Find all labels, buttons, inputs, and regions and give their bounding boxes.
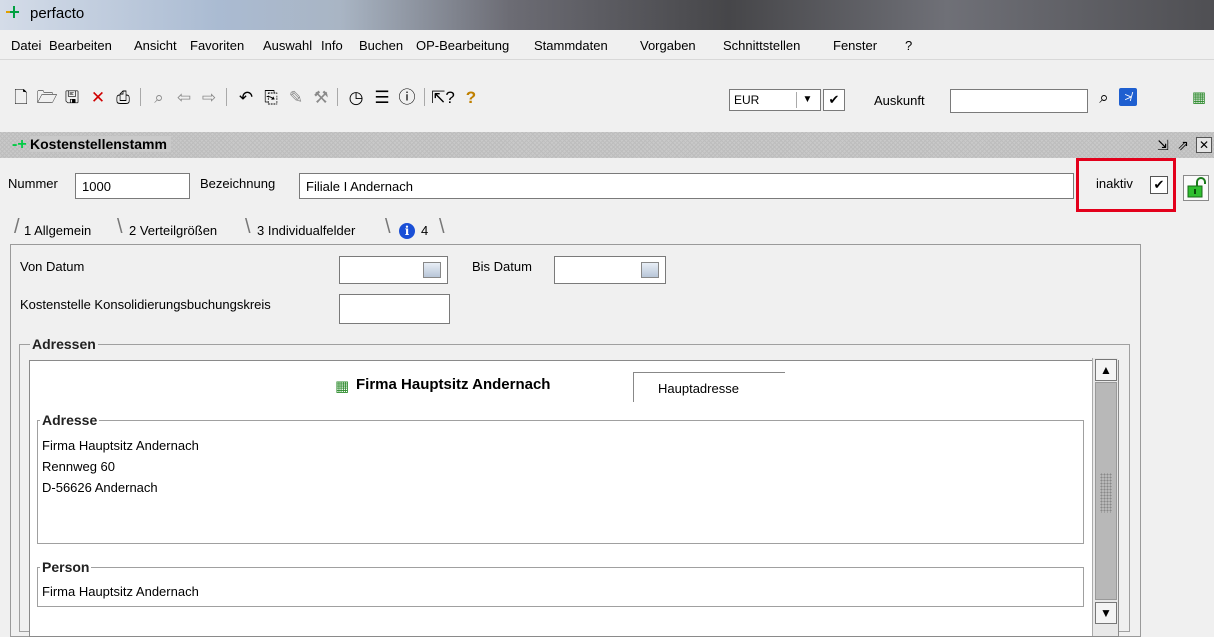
- scroll-thumb[interactable]: [1095, 382, 1117, 600]
- restore-icon[interactable]: ⇲: [1154, 137, 1172, 153]
- tab-divider: \: [117, 216, 123, 238]
- window-title: Kostenstellenstamm: [30, 136, 171, 152]
- toolbar-separator: [140, 88, 141, 106]
- info-tab-icon[interactable]: i: [399, 223, 415, 239]
- menu-schnittstellen[interactable]: Schnittstellen: [723, 38, 800, 53]
- adressen-title: Adressen: [30, 336, 98, 352]
- nummer-field[interactable]: 1000: [75, 173, 190, 199]
- menu-favoriten[interactable]: Favoriten: [190, 38, 244, 53]
- address-scrollbar[interactable]: ▲ ▼: [1092, 358, 1118, 636]
- firm-name: Firma Hauptsitz Andernach: [356, 376, 551, 393]
- toolbar-separator: [424, 88, 425, 106]
- address-line: D-56626 Andernach: [42, 480, 158, 495]
- currency-confirm-button[interactable]: ✔: [823, 89, 845, 111]
- menu-vorgaben[interactable]: Vorgaben: [640, 38, 696, 53]
- go-to-icon[interactable]: ≯: [1119, 88, 1137, 106]
- delete-icon[interactable]: ✕: [87, 86, 109, 108]
- new-document-icon[interactable]: 🗋: [10, 86, 32, 108]
- window-icon: -+: [12, 136, 27, 153]
- list-icon[interactable]: ☰: [371, 86, 393, 108]
- tool-icon[interactable]: ⚒: [310, 86, 332, 108]
- menu-bearbeiten[interactable]: Bearbeiten: [49, 38, 112, 53]
- inaktiv-checkbox[interactable]: ✔: [1150, 176, 1168, 194]
- tab-individualfelder[interactable]: 3 Individualfelder: [257, 218, 355, 244]
- menu-stammdaten[interactable]: Stammdaten: [534, 38, 608, 53]
- menu-buchen[interactable]: Buchen: [359, 38, 403, 53]
- auskunft-label: Auskunft: [874, 93, 925, 108]
- undo-icon[interactable]: ↶: [235, 86, 257, 108]
- bis-datum-label: Bis Datum: [472, 259, 532, 274]
- adresse-title: Adresse: [40, 412, 100, 428]
- search-binoculars-icon[interactable]: ⌕: [1093, 86, 1115, 108]
- menu-info[interactable]: Info: [321, 38, 343, 53]
- print-icon[interactable]: ⎙: [112, 86, 134, 108]
- menu-bar: Datei Bearbeiten Ansicht Favoriten Auswa…: [0, 30, 1214, 60]
- window-header: -+ Kostenstellenstamm ⇲ ⇗ ✕: [0, 132, 1214, 158]
- person-title: Person: [40, 559, 92, 575]
- arrow-left-icon[interactable]: ⇦: [173, 86, 195, 108]
- konsolidierung-field[interactable]: [339, 294, 450, 324]
- open-folder-icon[interactable]: 🗁: [36, 86, 58, 108]
- person-value: Firma Hauptsitz Andernach: [42, 584, 199, 599]
- tab-verteilgroessen[interactable]: 2 Verteilgrößen: [129, 218, 217, 244]
- auskunft-input[interactable]: [950, 89, 1088, 113]
- bis-datum-field[interactable]: [554, 256, 666, 284]
- bezeichnung-field[interactable]: Filiale I Andernach: [299, 173, 1074, 199]
- tab-divider: /: [14, 216, 20, 238]
- history-icon[interactable]: ◷: [345, 86, 367, 108]
- toolbar-separator: [337, 88, 338, 106]
- title-bar: perfacto: [0, 0, 1214, 30]
- copy-icon[interactable]: ⎘: [260, 86, 282, 108]
- von-datum-label: Von Datum: [20, 259, 85, 274]
- currency-select[interactable]: EUR ▼: [729, 89, 821, 111]
- save-icon[interactable]: 🖫: [61, 86, 83, 108]
- app-title: perfacto: [30, 5, 85, 22]
- konsolidierung-label: Kostenstelle Konsolidierungsbuchungskrei…: [20, 297, 271, 312]
- menu-auswahl[interactable]: Auswahl: [263, 38, 312, 53]
- currency-value: EUR: [734, 93, 760, 107]
- unlock-button[interactable]: [1183, 175, 1209, 201]
- inaktiv-label: inaktiv: [1096, 176, 1133, 191]
- context-help-icon[interactable]: ⇱?: [431, 86, 455, 108]
- menu-ansicht[interactable]: Ansicht: [134, 38, 177, 53]
- address-card-icon: ▦: [335, 378, 350, 395]
- address-line: Rennweg 60: [42, 459, 115, 474]
- menu-help[interactable]: ?: [905, 38, 912, 53]
- unlock-icon: [1187, 177, 1206, 198]
- maximize-icon[interactable]: ⇗: [1174, 137, 1192, 153]
- help-icon[interactable]: ?: [460, 86, 482, 108]
- address-type-field[interactable]: Hauptadresse: [633, 372, 785, 402]
- paste-icon[interactable]: ✎: [285, 86, 307, 108]
- app-icon: [6, 4, 22, 20]
- menu-fenster[interactable]: Fenster: [833, 38, 877, 53]
- toolbar-separator: [226, 88, 227, 106]
- tab-divider: \: [439, 216, 445, 238]
- close-icon[interactable]: ✕: [1196, 137, 1212, 153]
- menu-op-bearbeitung[interactable]: OP-Bearbeitung: [416, 38, 509, 53]
- tab-4[interactable]: 4: [421, 218, 428, 244]
- tab-divider: \: [385, 216, 391, 238]
- info-icon[interactable]: ⓘ: [396, 86, 418, 108]
- scroll-down-icon[interactable]: ▼: [1095, 602, 1117, 624]
- address-card-icon[interactable]: ▦: [1188, 86, 1210, 108]
- von-datum-field[interactable]: [339, 256, 448, 284]
- binoculars-icon[interactable]: ⌕: [148, 86, 170, 108]
- calendar-icon[interactable]: [641, 262, 659, 278]
- tab-divider: \: [245, 216, 251, 238]
- calendar-icon[interactable]: [423, 262, 441, 278]
- chevron-down-icon[interactable]: ▼: [796, 92, 818, 108]
- bezeichnung-label: Bezeichnung: [200, 176, 276, 191]
- nummer-label: Nummer: [8, 176, 58, 191]
- tab-allgemein[interactable]: 1 Allgemein: [24, 218, 91, 244]
- toolbar: 🗋 🗁 🖫 ✕ ⎙ ⌕ ⇦ ⇨ ↶ ⎘ ✎ ⚒ ◷ ☰ ⓘ ⇱? ? EUR ▼…: [0, 60, 1214, 132]
- address-line: Firma Hauptsitz Andernach: [42, 438, 199, 453]
- scroll-up-icon[interactable]: ▲: [1095, 359, 1117, 381]
- menu-datei[interactable]: Datei: [11, 38, 41, 53]
- arrow-right-icon[interactable]: ⇨: [198, 86, 220, 108]
